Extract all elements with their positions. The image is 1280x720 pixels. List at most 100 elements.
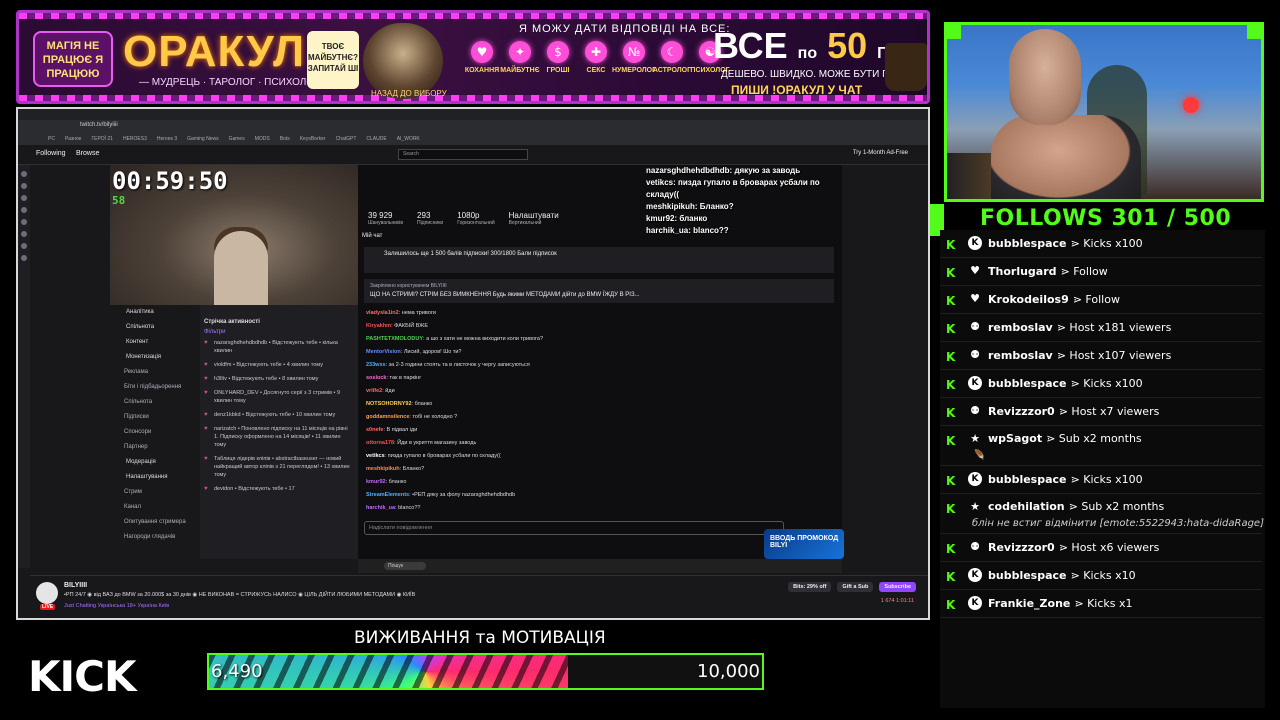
channel-avatar[interactable] <box>21 255 27 261</box>
menu-item[interactable]: Контент <box>110 335 196 350</box>
menu-item[interactable]: Модерація <box>110 455 196 470</box>
menu-subitem[interactable]: Реклама <box>110 365 196 380</box>
menu-subitem[interactable]: Підписки <box>110 410 196 425</box>
chat-text: йди <box>385 388 395 394</box>
activity-item[interactable]: devidon • Відстежують тебе • 17 <box>200 481 360 495</box>
event-action: ⋗ Kicks x100 <box>1070 237 1143 250</box>
pinned-message[interactable]: Закріплено користувачем BILYIIII ЩО НА С… <box>364 279 834 303</box>
chat-username[interactable]: PASHTETXMOLODUY <box>366 336 423 342</box>
bookmark-item[interactable]: PC <box>48 133 55 145</box>
address-bar[interactable]: twitch.tv/bilyiiii <box>80 122 118 128</box>
activity-item[interactable]: Таблиця лідерів кліпів • abstractbaseuse… <box>200 451 360 481</box>
bookmark-item[interactable]: CLAUDE <box>366 133 386 145</box>
chat-username[interactable]: meshkipikuh <box>366 466 400 472</box>
stat-value: 39 929 <box>368 211 393 220</box>
menu-item[interactable]: Налаштування <box>110 470 196 485</box>
bookmark-item[interactable]: Heroes 3 <box>157 133 177 145</box>
activity-item[interactable]: nazarsghdhehdbdhdb • Відстежують тебе • … <box>200 335 360 357</box>
event-row: K ⚉ remboslav ⋗ Host x181 viewers <box>940 314 1262 342</box>
browser-toolbar: twitch.tv/bilyiiii <box>18 120 928 133</box>
channel-avatar[interactable] <box>36 582 58 604</box>
banner-stripe-top <box>19 13 927 19</box>
channel-avatar[interactable] <box>21 183 27 189</box>
chat-username[interactable]: goddamnsilence <box>366 414 409 420</box>
chat-input[interactable]: Надіслати повідомлення <box>364 521 784 535</box>
menu-subitem[interactable]: Стрим <box>110 485 196 500</box>
chat-username[interactable]: soslock <box>366 375 386 381</box>
activity-item[interactable]: h3lltv • Відстежують тебе • 8 хвилин том… <box>200 371 360 385</box>
banner-price: ВСЕ по 50 ГРН. <box>713 25 913 66</box>
chat-username[interactable]: s0nefe <box>366 427 383 433</box>
kick-mark-icon: K <box>946 322 956 336</box>
menu-item[interactable]: Аналітика <box>110 305 196 320</box>
event-action: ⋗ Host x181 viewers <box>1056 321 1172 334</box>
chat-username[interactable]: vetikcs <box>366 453 385 459</box>
host-icon: ⚉ <box>970 540 980 553</box>
ad-free-button[interactable]: Try 1-Month Ad-Free <box>853 150 908 156</box>
chat-username[interactable]: kmur92 <box>366 479 386 485</box>
chat-username[interactable]: StreamElements <box>366 492 409 498</box>
activity-item[interactable]: narizatch • Поновлено підписку на 11 міс… <box>200 421 360 451</box>
banner-speech-bubble: ТВОЄ МАЙБУТНЄ? ЗАПИТАЙ ШІ <box>307 31 359 89</box>
channel-name[interactable]: BILYIIII <box>64 582 87 589</box>
bookmark-item[interactable]: Gaming News <box>187 133 218 145</box>
stream-category[interactable]: Just Chatting Українська 18+ Україна Киї… <box>64 603 169 609</box>
activity-filters-button[interactable]: Фільтри <box>200 325 360 335</box>
menu-item[interactable]: Спільнота <box>110 320 196 335</box>
chat-username[interactable]: vrlife2 <box>366 388 382 394</box>
chat-message: ottorna178: Йди в укриття магазину завод… <box>366 437 836 450</box>
chat-username[interactable]: vladysla1in2 <box>366 310 399 316</box>
channel-avatar[interactable] <box>21 171 27 177</box>
activity-item[interactable]: ONLYHARD_DEV • Досягнуто серії з 3 стрим… <box>200 385 360 407</box>
following-link[interactable]: Following <box>36 150 66 157</box>
menu-subitem[interactable]: Партнер <box>110 440 196 455</box>
channel-avatar[interactable] <box>21 195 27 201</box>
stat-value: 293 <box>417 211 431 220</box>
activity-item[interactable]: violdfm • Відстежують тебе • 4 хвилин то… <box>200 357 360 371</box>
menu-subitem[interactable]: Спільнота <box>110 395 196 410</box>
menu-subitem[interactable]: Нагороди глядачів <box>110 530 196 545</box>
taskbar-search[interactable]: Пошук <box>384 562 426 570</box>
subscribe-button[interactable]: Subscribe <box>879 582 916 592</box>
chat-message: goddamnsilence: тобі не холодно ? <box>366 411 836 424</box>
channel-avatar[interactable] <box>21 219 27 225</box>
browser-tab-strip[interactable] <box>18 109 928 120</box>
bookmark-item[interactable]: HEROES3 <box>123 133 147 145</box>
chat-username[interactable]: MentorVision <box>366 349 401 355</box>
search-input[interactable]: Search <box>398 149 528 160</box>
bookmark-item[interactable]: MODS <box>255 133 270 145</box>
host-icon: ⚉ <box>970 348 980 361</box>
chat-username[interactable]: harchik_ua <box>366 505 395 511</box>
menu-subitem[interactable]: Біти і підбадьорення <box>110 380 196 395</box>
menu-item[interactable]: Монетизація <box>110 350 196 365</box>
menu-subitem[interactable]: Канал <box>110 500 196 515</box>
browse-link[interactable]: Browse <box>76 150 99 157</box>
bookmark-item[interactable]: AI_WORK <box>397 133 420 145</box>
activity-item[interactable]: denz1kbkd • Відстежують тебе • 10 хвилин… <box>200 407 360 421</box>
chat-username[interactable]: NOTSOHORNY92 <box>366 401 412 407</box>
bookmark-item[interactable]: ГЕРОЇ 21 <box>91 133 113 145</box>
channel-avatar[interactable] <box>21 231 27 237</box>
category-icon: ✦ <box>509 41 531 63</box>
banner-category: ☾ АСТРОЛОГ <box>653 41 691 74</box>
channel-avatar[interactable] <box>21 243 27 249</box>
bookmark-item[interactable]: Games <box>229 133 245 145</box>
bookmark-item[interactable]: KeysBorker <box>300 133 326 145</box>
gift-sub-button[interactable]: Gift a Sub <box>837 582 874 592</box>
event-username: Revizzzor0 <box>988 405 1055 418</box>
menu-subitem[interactable]: Спонсори <box>110 425 196 440</box>
chat-username[interactable]: Kiryakhm <box>366 323 391 329</box>
host-icon: ⚉ <box>970 320 980 333</box>
bits-button[interactable]: Bits: 29% off <box>788 582 832 592</box>
cam-frame-corner <box>1247 25 1261 39</box>
bookmark-item[interactable]: Разное <box>65 133 82 145</box>
banner-oracle-title: ОРАКУЛ <box>123 27 305 76</box>
chat-username[interactable]: 233wxs <box>366 362 386 368</box>
menu-subitem[interactable]: Опитування стримера <box>110 515 196 530</box>
channel-avatar[interactable] <box>21 207 27 213</box>
bookmark-item[interactable]: ChatGPT <box>336 133 357 145</box>
bookmark-item[interactable]: Bots <box>280 133 290 145</box>
promo-badge: ВВОДЬ ПРОМОКОД BILYI <box>764 529 844 559</box>
chat-username[interactable]: ottorna178 <box>366 440 394 446</box>
kick-mark-icon: K <box>946 378 956 392</box>
